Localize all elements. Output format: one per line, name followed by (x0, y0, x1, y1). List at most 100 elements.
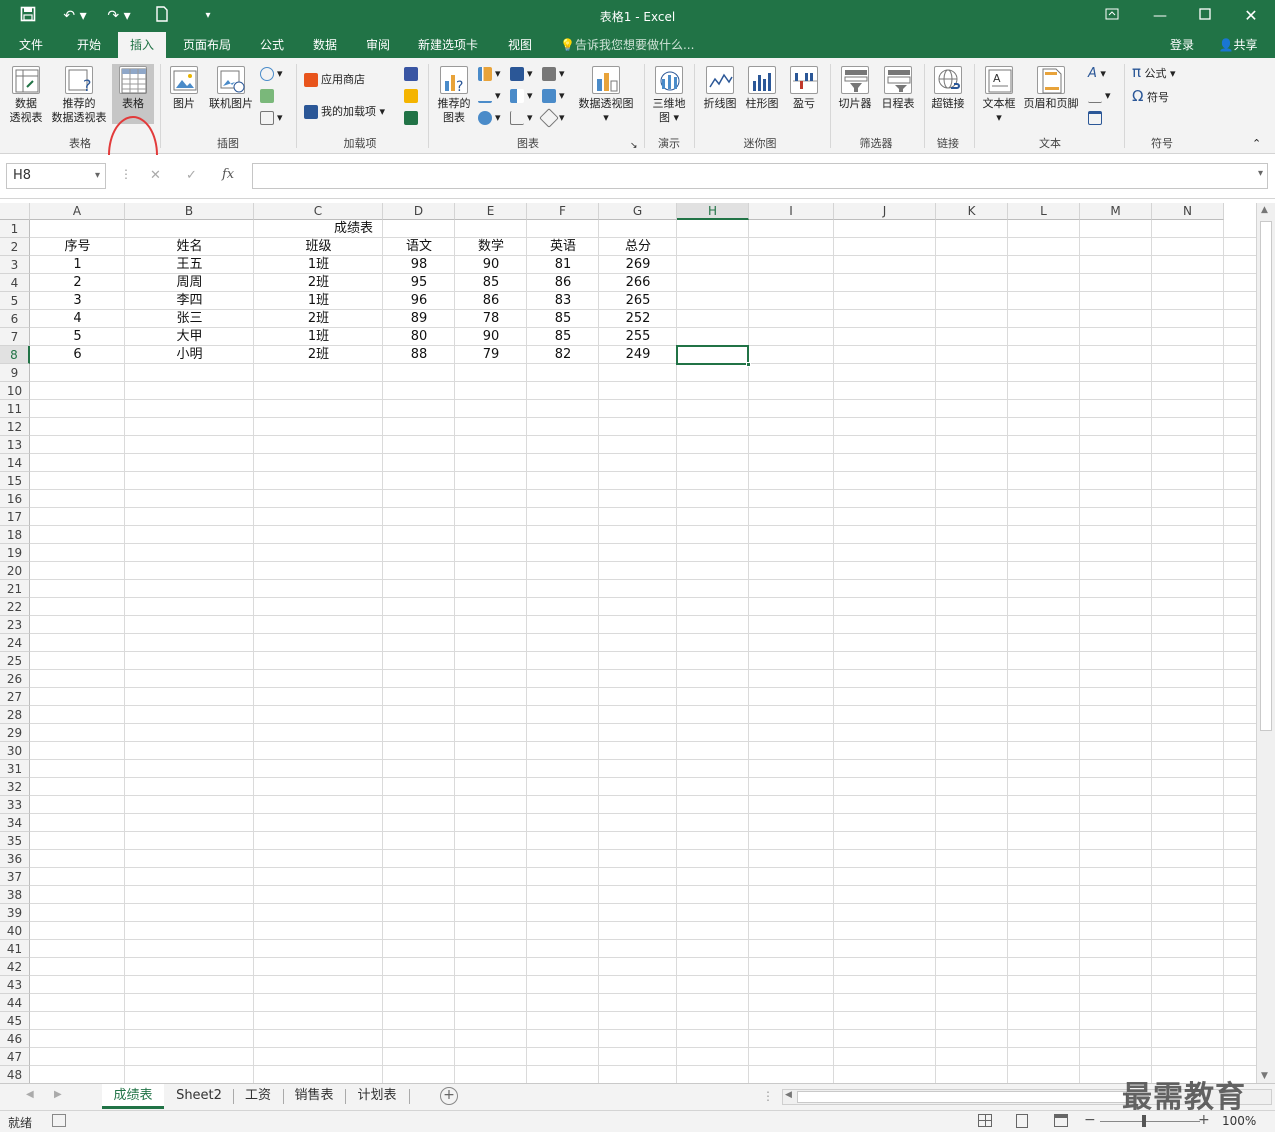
table-cell[interactable]: 2 (30, 274, 125, 292)
table-cell[interactable]: 96 (383, 292, 455, 310)
shapes-button[interactable]: ▾ (260, 66, 283, 82)
row-header-9[interactable]: 9 (0, 364, 30, 382)
row-header-35[interactable]: 35 (0, 832, 30, 850)
worksheet-grid[interactable]: ABCDEFGHIJKLMN 1 2 3 4 5 6 7 8 9 10 11 12 13 14 15 16 17… (0, 203, 1256, 1083)
row-header-38[interactable]: 38 (0, 886, 30, 904)
name-box[interactable]: H8 ▾ (6, 163, 106, 189)
table-cell[interactable]: 85 (527, 310, 599, 328)
row-header-26[interactable]: 26 (0, 670, 30, 688)
table-cell[interactable]: 1班 (254, 256, 383, 274)
table-cell[interactable]: 85 (455, 274, 527, 292)
online-picture-button[interactable]: 联机图片 (206, 66, 256, 111)
recommended-charts-button[interactable]: ? 推荐的 图表 (432, 66, 476, 125)
chevron-down-icon[interactable]: ▾ (95, 164, 100, 188)
scroll-down-icon[interactable]: ▼ (1261, 1071, 1268, 1081)
table-cell[interactable]: 2班 (254, 274, 383, 292)
row-header-44[interactable]: 44 (0, 994, 30, 1012)
enter-icon[interactable]: ✓ (186, 168, 197, 183)
row-header-29[interactable]: 29 (0, 724, 30, 742)
page-layout-view-icon[interactable] (1016, 1114, 1028, 1128)
scroll-up-icon[interactable]: ▲ (1261, 205, 1268, 215)
pivot-table-button[interactable]: 数据 透视表 (4, 66, 48, 125)
page-break-view-icon[interactable] (1054, 1114, 1068, 1127)
row-header-42[interactable]: 42 (0, 958, 30, 976)
row-header-4[interactable]: 4 (0, 274, 30, 292)
table-cell[interactable]: 79 (455, 346, 527, 364)
add-sheet-icon[interactable]: + (440, 1087, 458, 1105)
row-header-24[interactable]: 24 (0, 634, 30, 652)
row-header-20[interactable]: 20 (0, 562, 30, 580)
row-header-25[interactable]: 25 (0, 652, 30, 670)
row-header-31[interactable]: 31 (0, 760, 30, 778)
table-cell[interactable]: 82 (527, 346, 599, 364)
row-header-46[interactable]: 46 (0, 1030, 30, 1048)
header-cell[interactable]: 英语 (527, 238, 599, 256)
table-cell[interactable]: 5 (30, 328, 125, 346)
line-chart-dropdown[interactable]: ▾ (478, 88, 501, 104)
fill-handle[interactable] (746, 362, 751, 367)
row-header-41[interactable]: 41 (0, 940, 30, 958)
column-header-i[interactable]: I (749, 203, 834, 220)
scatter-chart-dropdown[interactable]: ▾ (510, 110, 533, 126)
row-header-48[interactable]: 48 (0, 1066, 30, 1083)
sheet-tab-gongzi[interactable]: 工资 (236, 1084, 280, 1109)
row-header-10[interactable]: 10 (0, 382, 30, 400)
row-header-16[interactable]: 16 (0, 490, 30, 508)
zoom-out-icon[interactable]: − (1084, 1112, 1096, 1128)
row-header-12[interactable]: 12 (0, 418, 30, 436)
table-cell[interactable]: 90 (455, 256, 527, 274)
row-header-18[interactable]: 18 (0, 526, 30, 544)
table-cell[interactable]: 周周 (125, 274, 254, 292)
tab-file[interactable]: 文件 (8, 32, 54, 58)
table-cell[interactable]: 83 (527, 292, 599, 310)
symbol-button[interactable]: Ω 符号 (1132, 88, 1169, 106)
signature-line-button[interactable]: ▾ (1088, 88, 1111, 104)
insert-function-icon[interactable]: fx (222, 167, 234, 182)
table-cell[interactable]: 95 (383, 274, 455, 292)
table-cell[interactable]: 89 (383, 310, 455, 328)
sheet-tab-xiaoshou[interactable]: 销售表 (286, 1084, 342, 1109)
my-addins-button[interactable]: 我的加载项 ▾ (304, 104, 385, 120)
share-button[interactable]: 👤共享 (1206, 32, 1270, 58)
table-cell[interactable]: 1班 (254, 328, 383, 346)
pivot-chart-button[interactable]: 数据透视图 ▾ (574, 66, 638, 125)
column-header-m[interactable]: M (1080, 203, 1152, 220)
table-cell[interactable]: 269 (599, 256, 677, 274)
row-header-39[interactable]: 39 (0, 904, 30, 922)
login-button[interactable]: 登录 (1160, 32, 1204, 58)
picture-button[interactable]: 图片 (164, 66, 204, 111)
zoom-level[interactable]: 100% (1222, 1114, 1256, 1128)
table-cell[interactable]: 90 (455, 328, 527, 346)
vertical-scrollbar[interactable]: ▲ ▼ (1256, 203, 1275, 1083)
table-cell[interactable]: 86 (455, 292, 527, 310)
table-cell[interactable]: 2班 (254, 346, 383, 364)
header-cell[interactable]: 语文 (383, 238, 455, 256)
slicer-button[interactable]: 切片器 (834, 66, 876, 111)
sheet-tab-jihua[interactable]: 计划表 (348, 1084, 406, 1109)
column-header-f[interactable]: F (527, 203, 599, 220)
hyperlink-button[interactable]: 超链接 (928, 66, 968, 111)
formula-input[interactable]: ▾ (252, 163, 1268, 189)
header-cell[interactable]: 序号 (30, 238, 125, 256)
scroll-left-icon[interactable]: ◀ (785, 1090, 792, 1100)
header-footer-button[interactable]: 页眉和页脚 (1020, 66, 1082, 111)
row-header-21[interactable]: 21 (0, 580, 30, 598)
3d-map-button[interactable]: 三维地 图 ▾ (648, 66, 690, 125)
charts-dialog-launcher-icon[interactable]: ↘ (630, 138, 638, 154)
column-header-l[interactable]: L (1008, 203, 1080, 220)
row-header-27[interactable]: 27 (0, 688, 30, 706)
tab-split-handle[interactable]: ⋮ (762, 1089, 774, 1103)
ribbon-display-icon[interactable] (1102, 6, 1122, 26)
row-header-19[interactable]: 19 (0, 544, 30, 562)
column-chart-dropdown[interactable]: ▾ (478, 66, 501, 82)
table-cell[interactable]: 3 (30, 292, 125, 310)
object-button[interactable] (1088, 110, 1105, 126)
row-header-13[interactable]: 13 (0, 436, 30, 454)
row-header-36[interactable]: 36 (0, 850, 30, 868)
table-cell[interactable]: 小明 (125, 346, 254, 364)
column-header-b[interactable]: B (125, 203, 254, 220)
row-header-34[interactable]: 34 (0, 814, 30, 832)
tab-view[interactable]: 视图 (498, 32, 542, 58)
row-header-43[interactable]: 43 (0, 976, 30, 994)
row-header-45[interactable]: 45 (0, 1012, 30, 1030)
